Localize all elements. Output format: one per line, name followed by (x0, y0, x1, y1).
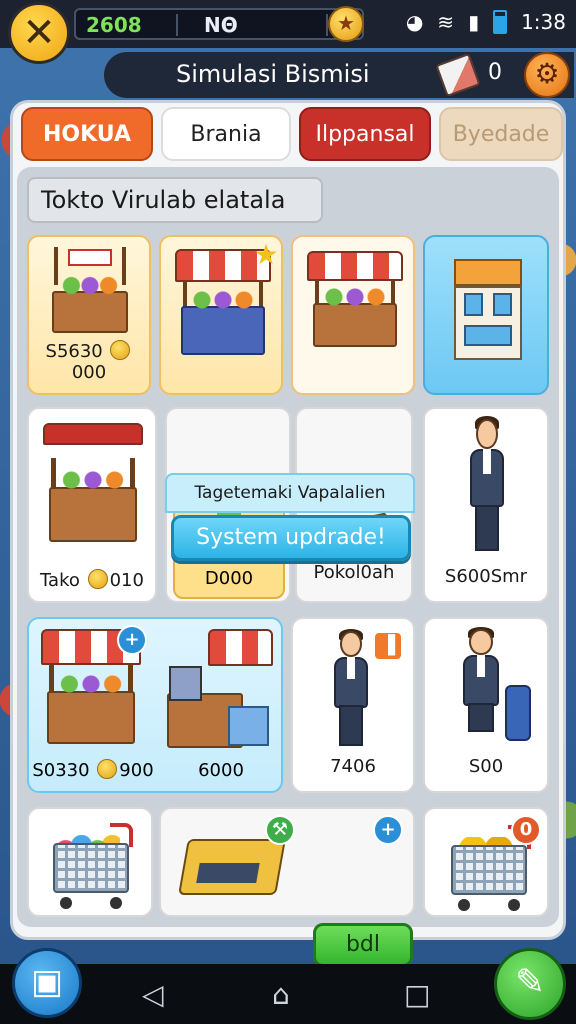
coin-icon (110, 340, 131, 360)
back-icon[interactable]: ◁ (142, 978, 164, 1011)
tab-bar: HOKUA Brania Ilppansal Byedade (21, 107, 563, 165)
shop-card-employee[interactable]: ▐ 7406 (291, 617, 415, 793)
card-price: S5630 000 (29, 340, 149, 383)
shop-card-building[interactable] (423, 235, 549, 395)
card-label: Pokol0ah (313, 562, 395, 583)
divider (176, 14, 178, 36)
shop-card-seated-manager[interactable]: S00 (423, 617, 549, 793)
status-bar: 2608 NΘ ★ ◕ ≋ ▮ 1:38 (0, 0, 576, 48)
close-icon: ✕ (22, 10, 56, 56)
shop-grid: Tokto Virulab elatala S5630 000 ★ Tako 0… (17, 167, 559, 967)
card-price: 7406 (330, 756, 376, 777)
card-price: 6000 (198, 760, 244, 781)
tako-stall-illustration (43, 423, 143, 547)
section-title: Tokto Virulab elatala (27, 177, 323, 223)
home-icon[interactable]: ⌂ (272, 978, 290, 1011)
battery-icon (493, 10, 508, 34)
item-count: 0 (488, 60, 502, 85)
close-button[interactable]: ✕ (8, 2, 70, 64)
gear-icon[interactable]: ⚙ (524, 52, 570, 98)
cash-register-icon (178, 839, 286, 895)
shop-card-register[interactable]: ⚒ + (159, 807, 415, 917)
card-price: S00 (468, 756, 504, 777)
clock: 1:38 (521, 10, 566, 34)
eraser-icon[interactable] (435, 52, 481, 98)
signal-icon: ▮ (468, 10, 480, 34)
seated-manager-illustration (449, 626, 513, 749)
buy-button[interactable]: bdl (313, 923, 413, 967)
shopping-cart-illustration (43, 813, 139, 913)
upgrade-icon[interactable]: ⚒ (265, 815, 295, 845)
shop-card-manager[interactable]: S600Smr (423, 407, 549, 603)
title-bar: Simulasi Bismisi 0 ⚙ (104, 52, 574, 98)
card-price: Tako 010 (40, 569, 144, 591)
tab-ilppansal[interactable]: Ilppansal (299, 107, 431, 161)
shop-card-fruit-stand[interactable]: S5630 000 (27, 235, 151, 395)
card-price: S600Smr (444, 566, 528, 587)
alert-icon[interactable]: 0 (511, 815, 541, 845)
grocery-stall-illustration (165, 629, 273, 753)
card-price: S0330 900 (32, 759, 154, 781)
resource-bar: 2608 NΘ (74, 8, 364, 40)
confirm-button[interactable]: ✎ (494, 948, 566, 1020)
chat-icon[interactable]: ▐ (373, 631, 403, 661)
inventory-button[interactable]: ▣ (12, 948, 82, 1018)
shop-card-shopping-cart[interactable] (27, 807, 153, 917)
shop-card-tako-stall[interactable]: Tako 010 (27, 407, 157, 603)
navigation-bar: ◁ ⌂ □ (0, 964, 576, 1024)
pencil-icon: ✎ (514, 962, 546, 1003)
coin-balance: 2608 (86, 13, 142, 37)
system-update-button[interactable]: System updrade! (171, 515, 411, 561)
add-icon[interactable]: + (373, 815, 403, 845)
fruit-stand-illustration (47, 247, 133, 343)
star-coin-icon[interactable]: ★ (328, 6, 364, 42)
coin-icon (97, 759, 118, 779)
coin-icon (87, 569, 108, 589)
wifi-icon: ≋ (437, 10, 455, 34)
notification-heading: Tagetemaki Vapalalien (165, 473, 415, 513)
page-title: Simulasi Bismisi (176, 60, 370, 88)
add-icon[interactable]: + (117, 625, 147, 655)
tab-brania[interactable]: Brania (161, 107, 291, 161)
tab-hokua[interactable]: HOKUA (21, 107, 153, 161)
card-price: D000 (204, 568, 254, 589)
resource-label: NΘ (204, 13, 238, 37)
star-icon: ★ (253, 238, 279, 271)
shop-card-gold-cart[interactable]: 0 (423, 807, 549, 917)
system-icons: ◕ ≋ ▮ 1:38 (406, 10, 566, 34)
tab-byedade[interactable]: Byedade (439, 107, 563, 161)
employee-illustration (321, 628, 381, 751)
produce-stall-illustration (307, 251, 403, 351)
recents-icon[interactable]: □ (404, 978, 430, 1011)
shop-card-produce-stall[interactable] (291, 235, 415, 395)
shop-card-fruit-vendor[interactable]: + S0330 900 6000 (27, 617, 283, 793)
shop-card-market-stall[interactable]: ★ (159, 235, 283, 395)
manager-illustration (457, 416, 517, 557)
building-illustration (445, 259, 531, 365)
shop-panel: HOKUA Brania Ilppansal Byedade Tokto Vir… (10, 100, 566, 967)
chair-icon (505, 685, 531, 741)
notification-icon: ◕ (405, 10, 424, 34)
box-icon: ▣ (30, 962, 64, 1002)
